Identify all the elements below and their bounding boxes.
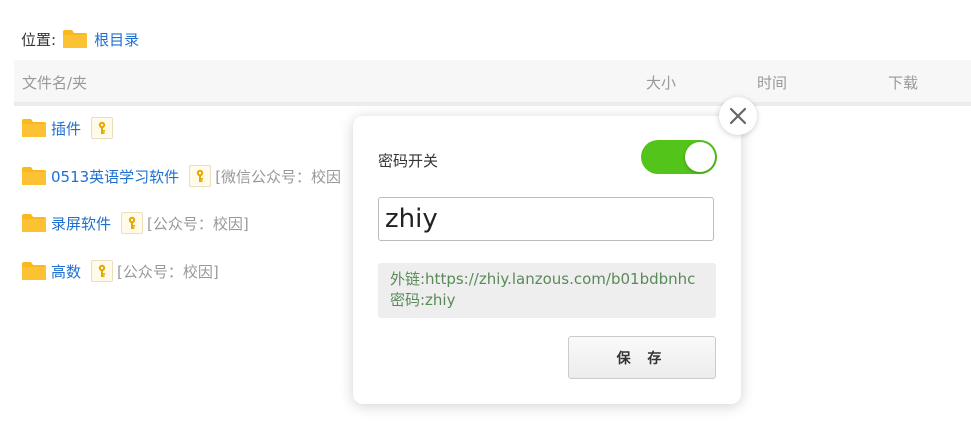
file-row[interactable]: 0513英语学习软件 [微信公众号：校因 xyxy=(21,163,341,189)
file-row[interactable]: 录屏软件 [公众号：校因] xyxy=(21,210,249,236)
toggle-knob xyxy=(685,142,715,172)
file-name-link[interactable]: 插件 xyxy=(51,118,81,139)
folder-icon xyxy=(22,262,46,280)
file-row[interactable]: 插件 xyxy=(21,115,117,141)
key-icon[interactable] xyxy=(189,165,212,187)
key-icon[interactable] xyxy=(121,212,144,234)
location-label: 位置: xyxy=(21,30,57,49)
share-link-text: 外链:https://zhiy.lanzous.com/b01bdbnhc xyxy=(390,270,696,288)
breadcrumb: 位置: 根目录 xyxy=(21,28,139,50)
folder-icon xyxy=(22,119,46,137)
file-note: [公众号：校因] xyxy=(117,262,219,281)
breadcrumb-root-link[interactable]: 根目录 xyxy=(94,29,139,50)
column-header-size[interactable]: 大小 xyxy=(646,72,676,93)
folder-icon xyxy=(63,30,88,48)
file-row[interactable]: 高数 [公众号：校因] xyxy=(21,258,219,284)
column-header-time[interactable]: 时间 xyxy=(757,72,787,93)
file-note: [微信公众号：校因 xyxy=(215,167,342,186)
close-button[interactable] xyxy=(719,97,757,135)
key-icon[interactable] xyxy=(91,117,114,139)
share-password-text: 密码:zhiy xyxy=(390,291,456,309)
column-header-download[interactable]: 下载 xyxy=(888,72,918,93)
password-input[interactable] xyxy=(378,197,714,241)
save-button[interactable]: 保 存 xyxy=(568,336,716,379)
column-header-name[interactable]: 文件名/夹 xyxy=(22,72,87,93)
file-name-link[interactable]: 0513英语学习软件 xyxy=(51,166,179,187)
password-toggle-label: 密码开关 xyxy=(378,152,439,170)
password-toggle-switch[interactable] xyxy=(641,140,717,174)
password-settings-popup: 密码开关 外链:https://zhiy.lanzous.com/b01bdbn… xyxy=(353,116,741,404)
folder-icon xyxy=(22,214,46,232)
file-table-header: 文件名/夹 大小 时间 下载 xyxy=(14,60,971,106)
file-name-link[interactable]: 录屏软件 xyxy=(51,213,111,234)
close-icon xyxy=(729,107,747,125)
share-info-box: 外链:https://zhiy.lanzous.com/b01bdbnhc 密码… xyxy=(378,263,716,318)
file-note: [公众号：校因] xyxy=(147,214,249,233)
file-name-link[interactable]: 高数 xyxy=(51,261,81,282)
key-icon[interactable] xyxy=(91,260,114,282)
folder-icon xyxy=(22,167,46,185)
